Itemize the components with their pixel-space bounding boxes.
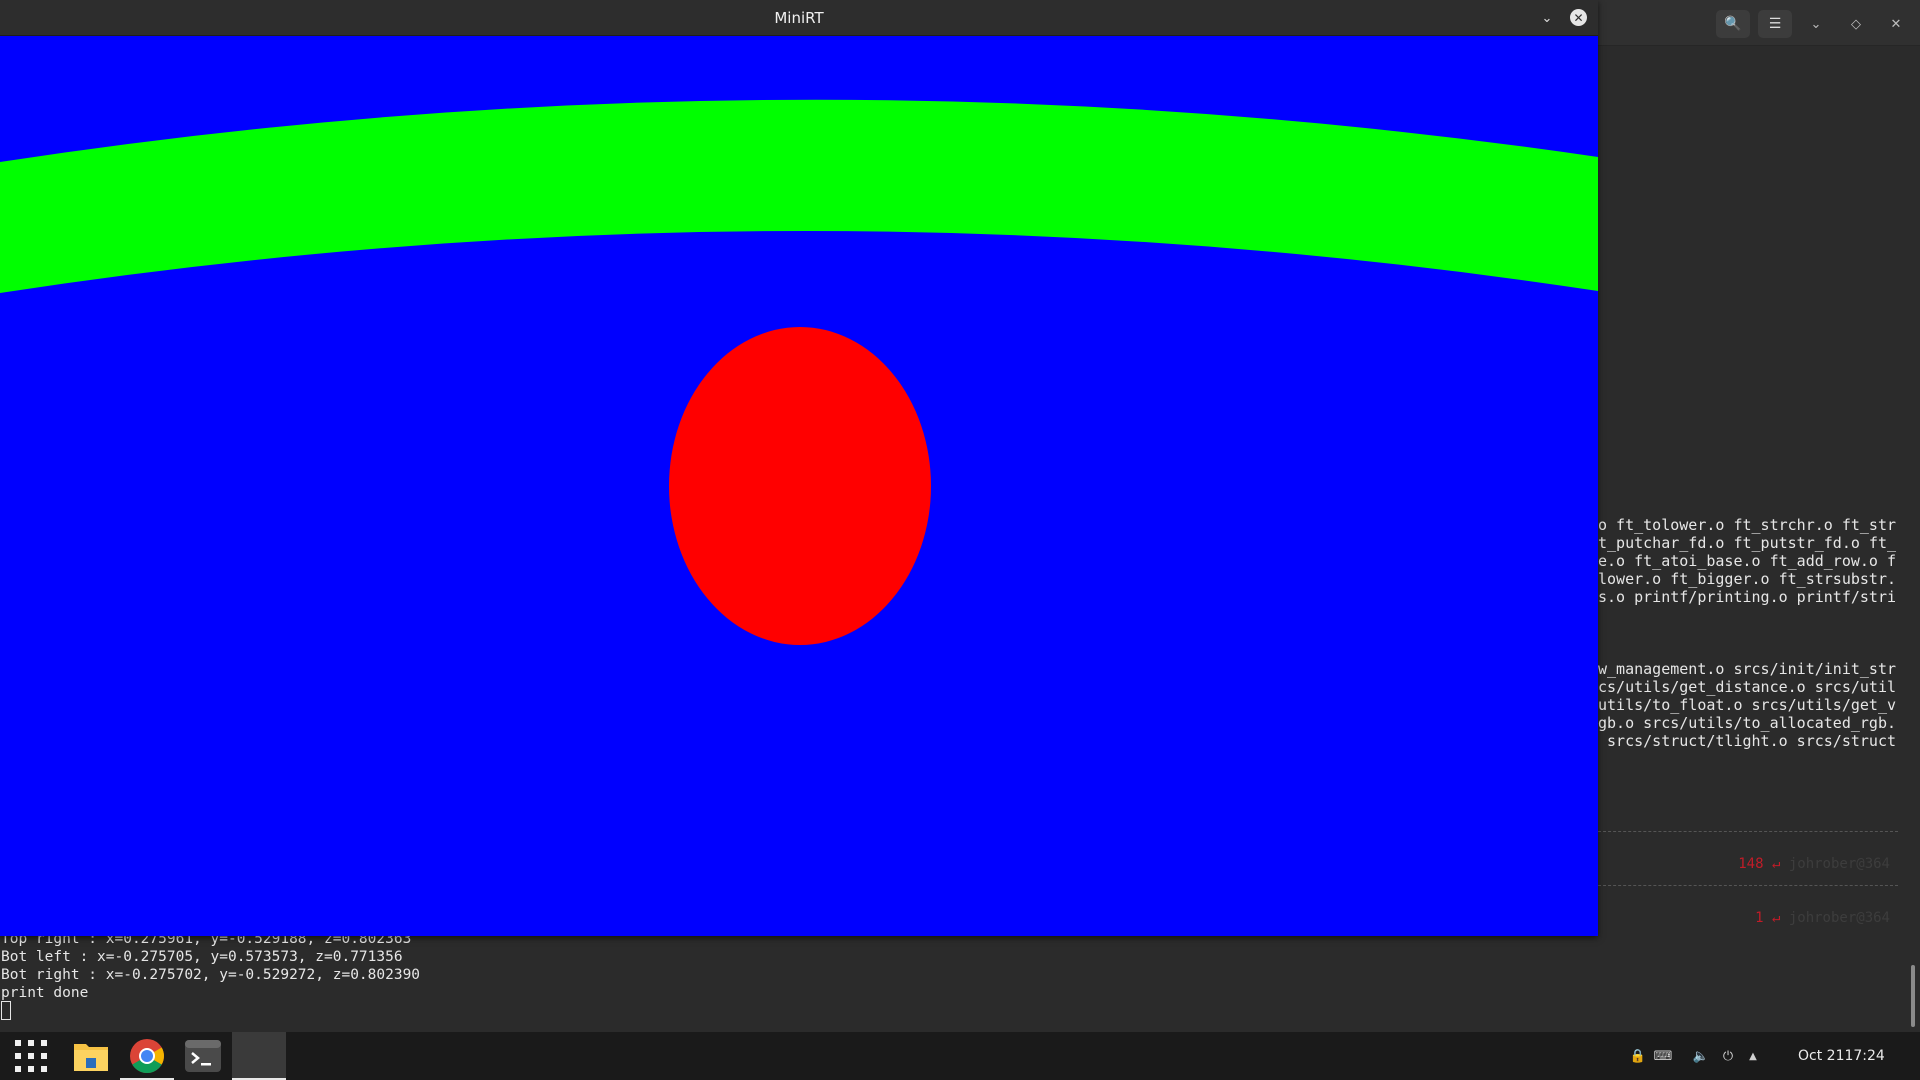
files-app[interactable] <box>64 1032 118 1080</box>
exit-code: 1 ↵ <box>1755 910 1781 926</box>
terminal-header: 🔍 ☰ ⌄ ◇ ✕ <box>1598 0 1920 46</box>
clock-date: Oct 21 <box>1798 1048 1845 1064</box>
volume-icon[interactable]: 🔈 <box>1692 1032 1710 1080</box>
terminal-scrollbar[interactable] <box>1911 965 1915 1027</box>
power-icon[interactable]: ⏻ <box>1720 1032 1736 1080</box>
prompt-separator <box>1598 831 1898 832</box>
close-icon: ✕ <box>1573 10 1584 25</box>
clock[interactable]: Oct 21 17:24 <box>1798 1032 1885 1080</box>
app-grid-icon <box>15 1040 47 1072</box>
chevron-down-icon: ⌄ <box>1541 10 1553 26</box>
terminal-output-line: print done <box>1 985 89 1001</box>
terminal-output-line: Bot left : x=-0.275705, y=0.573573, z=0.… <box>1 949 403 965</box>
hamburger-menu-icon: ☰ <box>1768 16 1782 32</box>
maximize-button[interactable]: ◇ <box>1842 10 1870 38</box>
terminal-output-line: lower.o ft_bigger.o ft_strsubstr. <box>1598 570 1897 588</box>
terminal-output-line: srcs/struct/tlight.o srcs/struct <box>1598 732 1897 750</box>
app-grid-button[interactable] <box>4 1032 58 1080</box>
diamond-icon: ◇ <box>1851 16 1861 32</box>
terminal-output-line: utils/to_float.o srcs/utils/get_v <box>1598 696 1897 714</box>
terminal-output-line: e.o ft_atoi_base.o ft_add_row.o f <box>1598 552 1897 570</box>
window-title: MiniRT <box>774 9 824 27</box>
minirt-app[interactable] <box>232 1032 286 1080</box>
window-close-button[interactable]: ✕ <box>1570 9 1587 26</box>
raytrace-render <box>0 36 1598 936</box>
terminal-app[interactable] <box>176 1032 230 1080</box>
minirt-window[interactable]: MiniRT ⌄ ✕ <box>0 0 1598 936</box>
terminal-output-line: s.o printf/printing.o printf/stri <box>1598 588 1897 606</box>
prompt-separator <box>1598 885 1898 886</box>
search-icon: 🔍 <box>1724 16 1742 32</box>
minirt-titlebar[interactable]: MiniRT ⌄ ✕ <box>0 0 1598 36</box>
menu-button[interactable]: ☰ <box>1758 10 1792 38</box>
keyboard-icon[interactable]: ⌨ <box>1654 1032 1673 1080</box>
lock-icon[interactable]: 🔒 <box>1630 1032 1646 1080</box>
terminal-output-line: cs/utils/get_distance.o srcs/util <box>1598 678 1897 696</box>
search-button[interactable]: 🔍 <box>1716 10 1750 38</box>
terminal-output-line: Bot right : x=-0.275702, y=-0.529272, z=… <box>1 967 421 983</box>
terminal-output-line: t_putchar_fd.o ft_putstr_fd.o ft_ <box>1598 534 1897 552</box>
terminal-close-button[interactable]: ✕ <box>1882 10 1910 38</box>
exit-code: 148 ↵ <box>1738 856 1781 872</box>
chevron-down-icon: ⌄ <box>1810 16 1822 32</box>
prompt-user: johrober@364 <box>1788 910 1890 926</box>
folder-icon <box>74 1044 108 1071</box>
terminal-icon <box>185 1040 221 1072</box>
minimize-button[interactable]: ⌄ <box>1802 10 1830 38</box>
clock-time: 17:24 <box>1844 1048 1885 1064</box>
prompt-status: 148 ↵ johrober@364 <box>1705 840 1890 888</box>
window-menu-button[interactable]: ⌄ <box>1536 7 1558 29</box>
chrome-app[interactable] <box>120 1032 174 1080</box>
tray-expand-icon[interactable]: ▲ <box>1746 1032 1760 1080</box>
chrome-icon <box>130 1039 164 1073</box>
terminal-output-line: gb.o srcs/utils/to_allocated_rgb. <box>1598 714 1897 732</box>
prompt-user: johrober@364 <box>1788 856 1890 872</box>
taskbar: 🔒 ⌨ 🔈 ⏻ ▲ Oct 21 17:24 <box>0 1032 1920 1080</box>
terminal-cursor <box>1 1001 11 1020</box>
prompt-status: 1 ↵ johrober@364 <box>1721 894 1890 942</box>
terminal-output-line: o ft_tolower.o ft_strchr.o ft_str <box>1598 516 1897 534</box>
close-icon: ✕ <box>1890 16 1902 32</box>
red-sphere <box>669 327 931 645</box>
terminal-output-line: w_management.o srcs/init/init_str <box>1598 660 1897 678</box>
